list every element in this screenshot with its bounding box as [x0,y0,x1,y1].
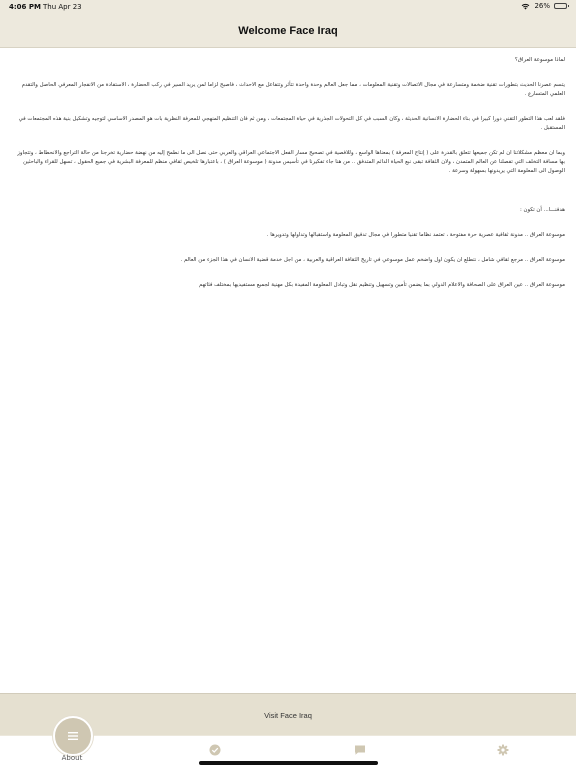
battery-icon [554,3,569,9]
chat-bubble-icon [355,745,365,755]
home-indicator[interactable] [199,761,378,765]
article-paragraph: فلقد لعب هذا التطور التقني دورا كبيرا في… [18,116,565,131]
nav-bar: Welcome Face Iraq [0,14,576,48]
article-heading: لماذا موسوعة العراق؟ [514,57,565,63]
page-title: Welcome Face Iraq [238,24,338,37]
menu-icon [68,732,78,740]
tab-about[interactable]: About [52,716,93,769]
status-date: Thu Apr 23 [43,3,82,11]
wifi-icon [522,3,530,9]
tab-settings[interactable] [483,736,523,769]
goal-item: موسوعة العراق .. مرجع ثقافي شامل ، نتطلع… [180,257,565,263]
status-right-group: 26% [521,2,569,10]
goal-item: موسوعة العراق .. مدونة ثقافية عصرية حرة … [266,232,565,238]
tab-about-label: About [61,754,83,762]
status-time: 4:06 PM [9,3,41,11]
status-bar: 4:06 PM Thu Apr 23 26% [0,0,576,14]
visit-face-iraq-label: Visit Face Iraq [264,710,312,720]
goal-item: موسوعة العراق .. عين العراق على الصحافة … [198,282,565,288]
gear-icon [497,744,509,756]
about-content[interactable]: لماذا موسوعة العراق؟ يتسم عصرنا الحديث ب… [0,48,576,693]
check-circle-icon [209,744,221,756]
battery-percent: 26% [534,2,550,10]
article-paragraph: وبما ان معظم مشكلاتنا ان لم تكن جميعها ت… [17,150,565,174]
article-paragraph: يتسم عصرنا الحديث بتطورات تقنية ضخمة ومت… [21,82,565,97]
about-tab-circle [53,716,93,756]
goals-heading: هدفنـــا... أن تكون : [519,207,565,213]
article-body: لماذا موسوعة العراق؟ يتسم عصرنا الحديث ب… [0,48,576,290]
